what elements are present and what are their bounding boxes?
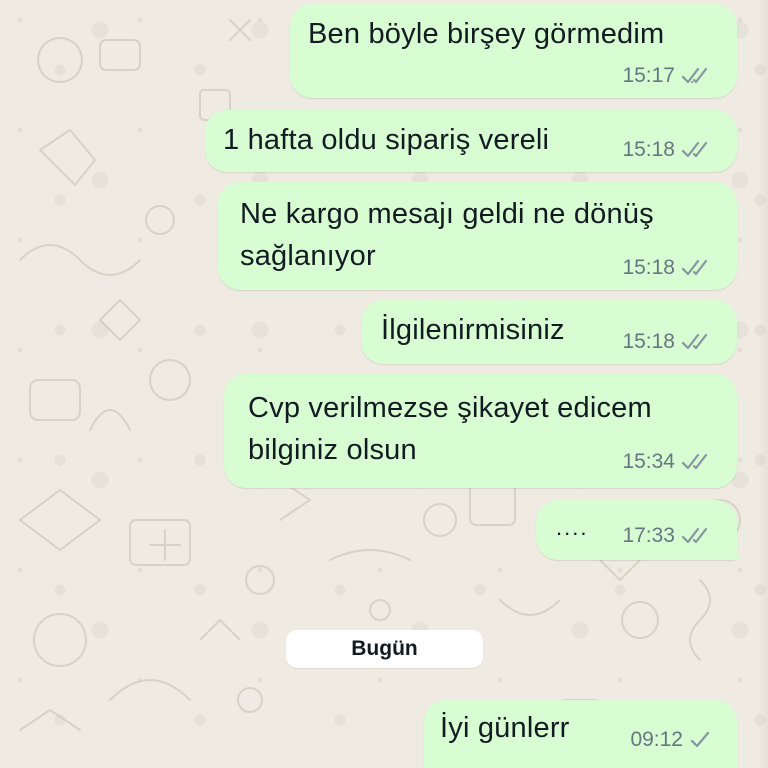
- scrollbar-track[interactable]: [758, 0, 768, 768]
- message-bubble-outgoing[interactable]: İlgilenirmisiniz 15:18: [361, 300, 737, 364]
- message-time: 17:33: [622, 524, 675, 547]
- double-check-icon: [681, 453, 708, 470]
- message-bubble-outgoing[interactable]: Ben böyle birşey görmedim 15:17: [290, 4, 737, 98]
- double-check-icon: [681, 141, 708, 158]
- message-text-line-2: bilginiz olsun: [248, 434, 417, 466]
- date-divider: Bugün: [286, 630, 483, 668]
- message-time: 15:18: [622, 330, 675, 353]
- message-text: 1 hafta oldu sipariş vereli: [223, 124, 550, 156]
- message-bubble-outgoing[interactable]: Cvp verilmezse şikayet edicem bilginiz o…: [224, 374, 737, 488]
- message-text: ....: [556, 515, 589, 540]
- single-check-icon: [690, 731, 710, 748]
- double-check-icon: [681, 67, 708, 84]
- bubble-tail: [725, 538, 747, 560]
- message-bubble-outgoing[interactable]: .... 17:33: [536, 500, 747, 560]
- message-bubble-outgoing[interactable]: İyi günlerr 09:12: [424, 700, 737, 768]
- message-time: 15:18: [622, 138, 675, 161]
- double-check-icon: [681, 527, 708, 544]
- message-time: 15:34: [622, 450, 675, 473]
- message-text-line-2: sağlanıyor: [240, 240, 376, 272]
- message-time: 09:12: [630, 728, 683, 751]
- message-time: 15:17: [622, 64, 675, 87]
- double-check-icon: [681, 333, 708, 350]
- message-time: 15:18: [622, 256, 675, 279]
- message-bubble-outgoing[interactable]: 1 hafta oldu sipariş vereli 15:18: [205, 110, 737, 172]
- message-text-line-1: Ne kargo mesajı geldi ne dönüş: [240, 198, 654, 230]
- message-text-line-1: Cvp verilmezse şikayet edicem: [248, 392, 652, 424]
- double-check-icon: [681, 259, 708, 276]
- chat-conversation-area[interactable]: Ben böyle birşey görmedim 15:17 1 hafta …: [0, 0, 768, 768]
- message-bubble-outgoing[interactable]: Ne kargo mesajı geldi ne dönüş sağlanıyo…: [218, 182, 737, 290]
- message-text: İyi günlerr: [440, 712, 570, 744]
- message-text: İlgilenirmisiniz: [381, 314, 565, 346]
- message-text: Ben böyle birşey görmedim: [308, 18, 665, 50]
